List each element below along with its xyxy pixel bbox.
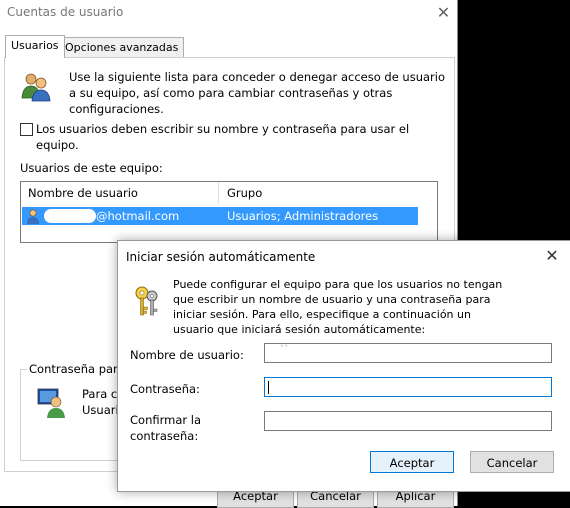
dialog-close-button[interactable]: ✕ bbox=[538, 243, 566, 269]
password-group-legend: Contraseña para bbox=[27, 362, 127, 376]
require-login-label[interactable]: Los usuarios deben escribir su nombre y … bbox=[36, 121, 436, 153]
username-field-value: `` bbox=[280, 345, 289, 355]
tab-users[interactable]: Usuarios bbox=[5, 35, 65, 58]
password-label: Contraseña: bbox=[130, 382, 200, 396]
window-title: Cuentas de usuario bbox=[7, 5, 124, 19]
keys-icon bbox=[132, 285, 162, 322]
confirm-password-field[interactable] bbox=[264, 411, 552, 431]
tab-advanced-options[interactable]: Opciones avanzadas bbox=[59, 37, 185, 57]
redacted-area bbox=[44, 209, 96, 223]
column-header-group[interactable]: Grupo bbox=[220, 182, 427, 204]
user-icon bbox=[25, 208, 41, 227]
dialog-cancel-button[interactable]: Cancelar bbox=[470, 451, 554, 473]
users-list-label: Usuarios de este equipo: bbox=[20, 161, 163, 175]
user-monitor-icon bbox=[36, 386, 68, 421]
intro-text: Use la siguiente lista para conceder o d… bbox=[69, 70, 446, 116]
require-login-checkbox[interactable] bbox=[20, 123, 33, 136]
confirm-password-label: Confirmar la contraseña: bbox=[130, 413, 201, 443]
column-header-username[interactable]: Nombre de usuario bbox=[21, 182, 219, 204]
dialog-ok-button[interactable]: Aceptar bbox=[370, 451, 454, 473]
username-label: Nombre de usuario: bbox=[130, 348, 244, 362]
window-close-button[interactable]: ✕ bbox=[430, 0, 457, 26]
users-icon bbox=[20, 70, 52, 105]
auto-login-dialog: Iniciar sesión automáticamente ✕ Puede c… bbox=[117, 240, 570, 492]
password-field[interactable] bbox=[264, 377, 552, 397]
table-row[interactable]: @hotmail.com Usuarios; Administradores bbox=[22, 207, 418, 225]
users-list[interactable]: Nombre de usuario Grupo @hotmail.com Usu… bbox=[20, 181, 438, 243]
username-field[interactable] bbox=[264, 343, 552, 363]
row-group: Usuarios; Administradores bbox=[227, 209, 379, 223]
text-caret bbox=[268, 381, 269, 394]
dialog-title: Iniciar sesión automáticamente bbox=[126, 250, 316, 264]
dialog-description: Puede configurar el equipo para que los … bbox=[173, 278, 503, 336]
